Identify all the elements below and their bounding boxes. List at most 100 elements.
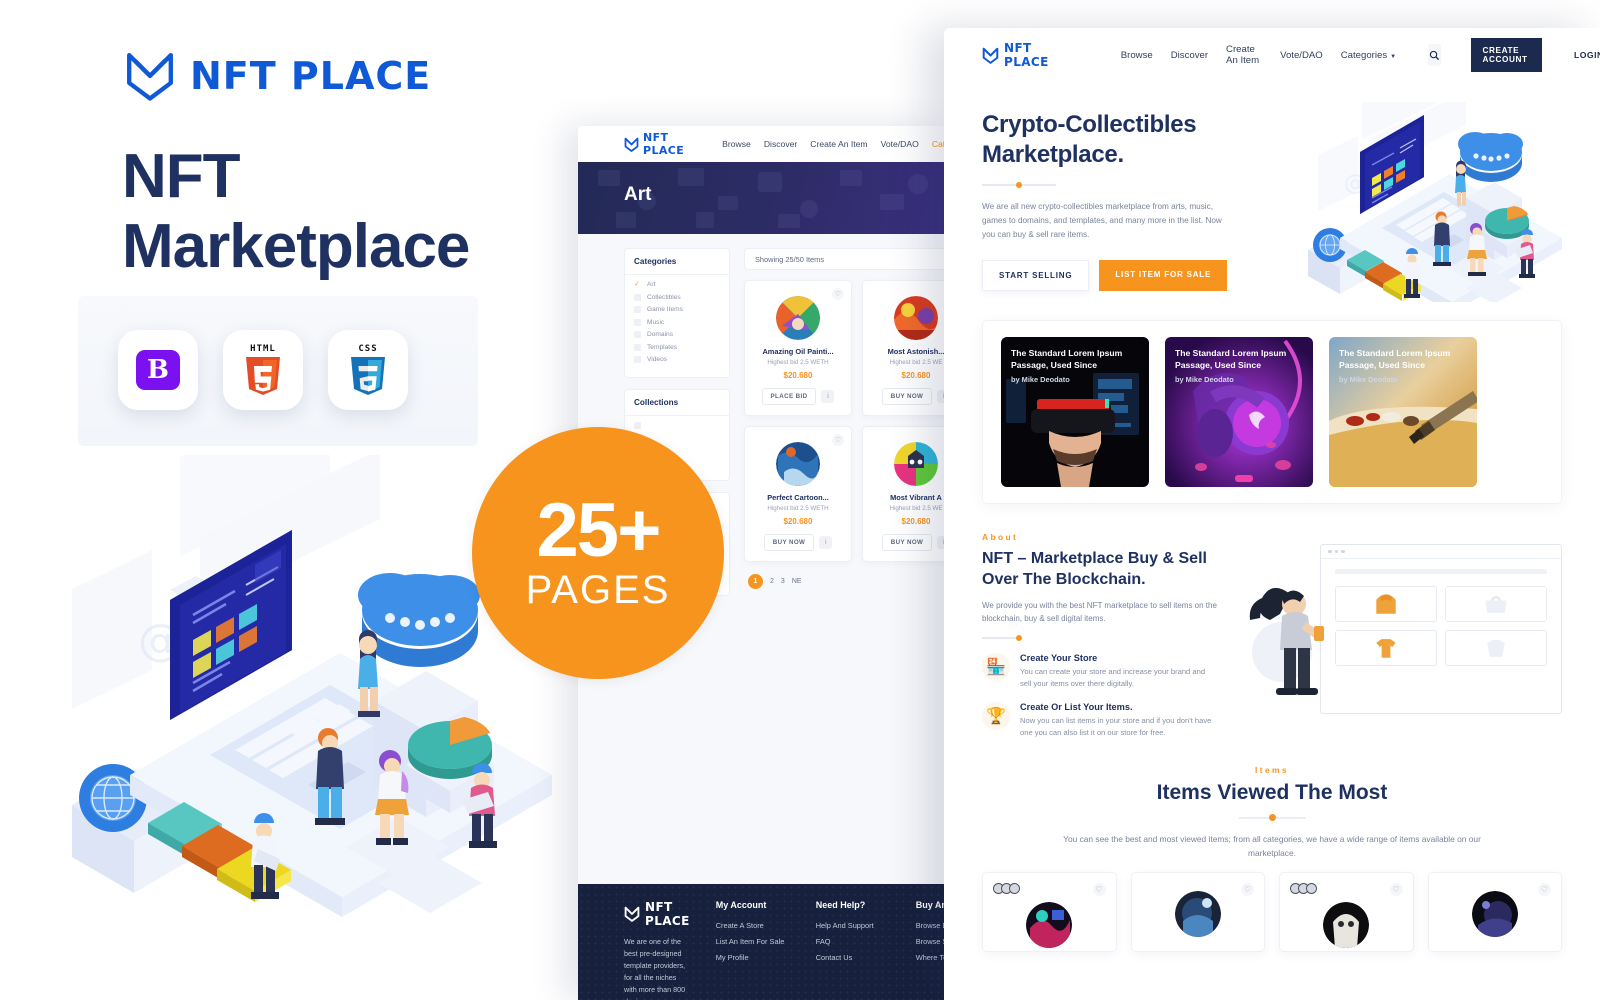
item-card[interactable]: ♡ Perfect Cartoon... Highest bid 2.5 WET… — [744, 426, 852, 562]
heart-icon[interactable]: ♡ — [832, 434, 844, 446]
hero-title-line2: Marketplace. — [982, 141, 1124, 168]
nav-discover[interactable]: Discover — [1171, 50, 1208, 61]
footer-link[interactable]: Create A Store — [716, 919, 790, 932]
viewed-item-card[interactable]: ♡ — [982, 872, 1117, 952]
item-price: $20.680 — [901, 371, 931, 380]
pagination-next[interactable]: NE — [792, 578, 802, 585]
bootstrap-badge: B — [118, 330, 198, 410]
item-thumbnail — [776, 442, 820, 486]
filter-option[interactable]: Game Items — [634, 306, 720, 313]
filter-option[interactable]: Videos — [634, 356, 720, 363]
viewed-item-cards: ♡ ♡ ♡ ♡ — [944, 860, 1600, 952]
brand-name: NFT PLACE — [190, 54, 432, 98]
filter-option[interactable]: Collectibles — [634, 293, 720, 301]
right-logo[interactable]: NFT PLACE — [982, 41, 1049, 69]
pagination-page-2[interactable]: 2 — [770, 578, 774, 585]
featured-card-author: by Mike Deodato — [1011, 375, 1070, 384]
featured-card[interactable]: The Standard Lorem Ipsum Passage, Used S… — [1165, 337, 1313, 487]
nav-create-an-item[interactable]: Create An Item — [1226, 44, 1262, 66]
heart-icon[interactable]: ♡ — [832, 288, 844, 300]
mid-footer: NFT PLACE We are one of the best pre-des… — [578, 884, 950, 1000]
nav-browse[interactable]: Browse — [1121, 50, 1153, 61]
item-grid: ♡ Amazing Oil Painti... Highest bid 2.5 … — [744, 280, 950, 562]
filter-option[interactable] — [634, 421, 720, 429]
item-thumbnail — [776, 296, 820, 340]
checkbox[interactable] — [634, 421, 641, 429]
list-item-for-sale-button[interactable]: LIST ITEM FOR SALE — [1099, 260, 1228, 291]
featured-card[interactable]: The Standard Lorem Ipsum Passage, Used S… — [1329, 337, 1477, 487]
mid-nav-discover[interactable]: Discover — [764, 139, 797, 149]
heart-icon[interactable]: ♡ — [1241, 883, 1254, 896]
about-feature-text: Now you can list items in your store and… — [1020, 716, 1212, 737]
filter-option[interactable]: Domains — [634, 331, 720, 338]
pagination-page-3[interactable]: 3 — [781, 578, 785, 585]
footer-logo: NFT PLACE — [624, 900, 690, 928]
checkbox[interactable] — [634, 343, 641, 351]
footer-link[interactable]: FAQ — [816, 935, 890, 948]
search-icon[interactable] — [1428, 44, 1441, 66]
featured-card-author: by Mike Deodato — [1175, 375, 1234, 384]
checkbox[interactable] — [634, 331, 641, 338]
footer-link[interactable]: Contact Us — [816, 951, 890, 964]
pagination-page-1[interactable]: 1 — [748, 574, 763, 589]
item-actions: PLACE BID i — [753, 388, 843, 405]
info-icon[interactable]: i — [819, 536, 833, 549]
heart-icon[interactable]: ♡ — [1538, 883, 1551, 896]
item-bid: Highest bid 2.5 WETH — [767, 505, 829, 512]
html5-icon: HTML — [243, 344, 283, 395]
checkbox[interactable] — [634, 293, 641, 301]
right-logo-text: NFT PLACE — [1004, 41, 1049, 69]
pagination: 1 2 3 NE — [744, 574, 950, 589]
trophy-icon: 🏆 — [982, 702, 1010, 730]
promo-headline-line2: Marketplace — [122, 212, 470, 281]
item-action-button[interactable]: BUY NOW — [881, 534, 933, 551]
item-card[interactable]: ♡ Amazing Oil Painti... Highest bid 2.5 … — [744, 280, 852, 416]
mid-logo[interactable]: NFT PLACE — [624, 131, 684, 157]
checkbox[interactable] — [634, 306, 641, 313]
item-action-button[interactable]: BUY NOW — [881, 388, 933, 405]
info-icon[interactable]: i — [821, 390, 835, 403]
item-action-button[interactable]: BUY NOW — [763, 534, 815, 551]
browser-frame-titlebar — [1321, 545, 1561, 559]
check-icon[interactable]: ✓ — [634, 281, 641, 288]
item-card[interactable]: ♡ Most Astonish... Highest bid 2.5 WE $2… — [862, 280, 950, 416]
promo-headline-line1: NFT — [122, 142, 241, 211]
item-actions: BUY NOW i — [871, 388, 950, 405]
item-card[interactable]: ♡ Most Vibrant A Highest bid 2.5 WE $20.… — [862, 426, 950, 562]
divider-line — [982, 637, 1016, 639]
left-promo-panel: NFT PLACE NFT Marketplace B HTML CSS @ 2… — [0, 0, 724, 1000]
viewed-item-card[interactable]: ♡ — [1427, 872, 1562, 952]
footer-link[interactable]: My Profile — [716, 951, 790, 964]
login-button[interactable]: LOGIN — [1574, 50, 1600, 60]
heart-icon[interactable]: ♡ — [1092, 883, 1106, 896]
pages-count-number: 25+ — [536, 488, 662, 573]
start-selling-button[interactable]: START SELLING — [982, 260, 1090, 291]
views-eyes-icon — [993, 883, 1106, 894]
nav-categories[interactable]: Categories ▼ — [1341, 50, 1396, 61]
css3-badge: CSS — [328, 330, 408, 410]
checkbox[interactable] — [634, 318, 641, 326]
hero-section: Crypto-Collectibles Marketplace. We are … — [944, 55, 1600, 313]
viewed-item-card[interactable]: ♡ — [1279, 872, 1414, 952]
footer-link[interactable]: List An Item For Sale — [716, 935, 790, 948]
item-action-button[interactable]: PLACE BID — [761, 388, 817, 405]
filter-option-label: Templates — [647, 343, 678, 351]
window-dot — [1334, 549, 1338, 554]
footer-link[interactable]: Help And Support — [816, 919, 890, 932]
heart-icon[interactable]: ♡ — [1389, 883, 1403, 896]
about-feature: 🏪 Create Your Store You can create your … — [982, 653, 1244, 690]
item-name: Amazing Oil Painti... — [762, 347, 834, 356]
mid-nav-create-an-item[interactable]: Create An Item — [810, 139, 867, 149]
item-bid: Highest bid 2.5 WETH — [767, 359, 829, 366]
filter-option[interactable]: ✓ Art — [634, 281, 720, 288]
viewed-item-card[interactable]: ♡ — [1130, 872, 1265, 952]
featured-card[interactable]: The Standard Lorem Ipsum Passage, Used S… — [1001, 337, 1149, 487]
mid-nav-browse[interactable]: Browse — [722, 139, 751, 149]
filter-option[interactable]: Templates — [634, 343, 720, 351]
mid-nav-vote-dao[interactable]: Vote/DAO — [881, 139, 919, 149]
create-account-button[interactable]: CREATE ACCOUNT — [1470, 38, 1542, 72]
checkbox[interactable] — [634, 356, 641, 363]
nav-vote-dao[interactable]: Vote/DAO — [1280, 50, 1323, 61]
bootstrap-icon: B — [136, 350, 180, 390]
filter-option[interactable]: Music — [634, 318, 720, 326]
